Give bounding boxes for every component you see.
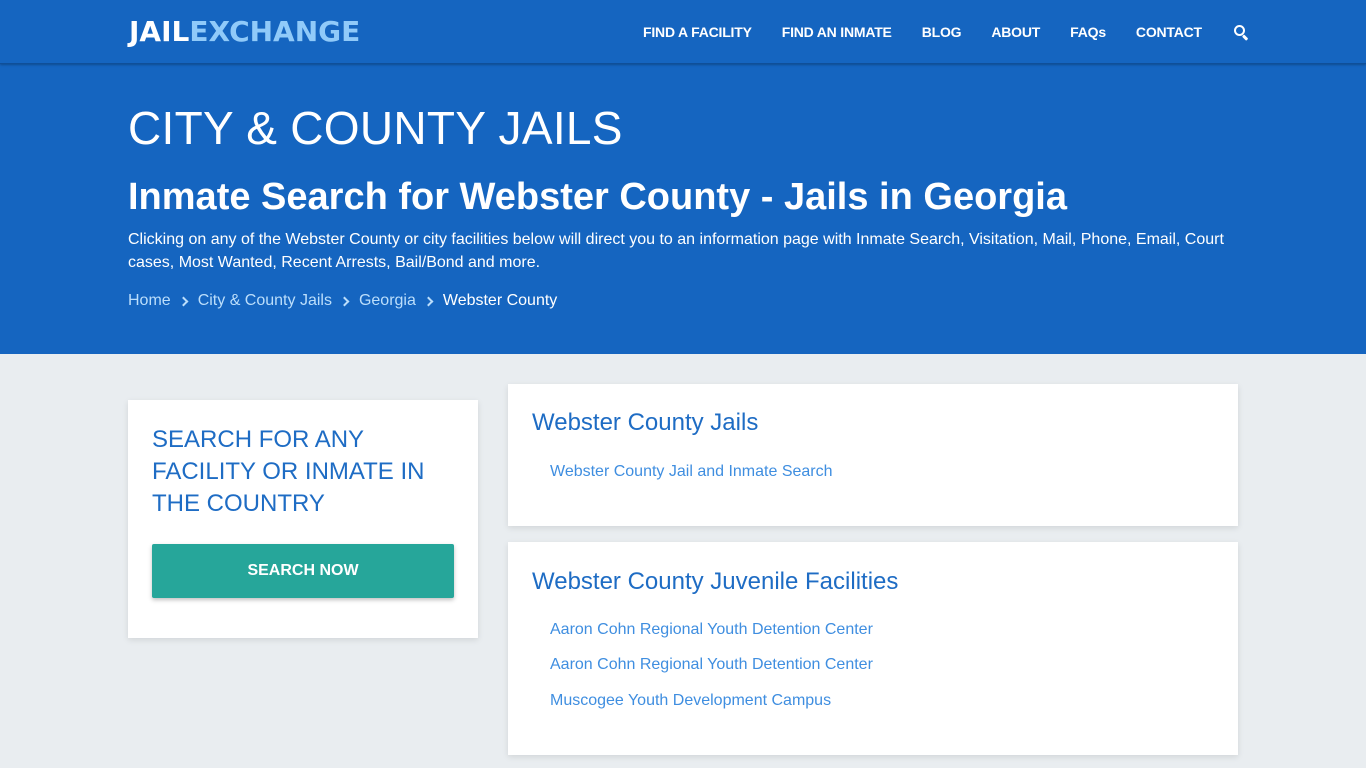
nav-about[interactable]: ABOUT (991, 24, 1040, 40)
facility-link[interactable]: Webster County Jail and Inmate Search (550, 461, 833, 483)
chevron-right-icon (178, 296, 189, 306)
search-promo-card: SEARCH FOR ANY FACILITY OR INMATE IN THE… (128, 400, 478, 638)
page-category-title: CITY & COUNTY JAILS (128, 102, 623, 154)
nav-find-a-facility[interactable]: FIND A FACILITY (643, 24, 752, 40)
nav-find-an-inmate[interactable]: FIND AN INMATE (782, 24, 892, 40)
nav-faqs[interactable]: FAQs (1070, 24, 1106, 40)
site-logo[interactable]: JAILEXCHANGE (129, 15, 360, 49)
page-title: Inmate Search for Webster County - Jails… (128, 176, 1067, 218)
juvenile-facilities-card: Webster County Juvenile Facilities Aaron… (508, 542, 1238, 755)
search-icon[interactable] (1233, 24, 1249, 41)
chevron-right-icon (423, 296, 434, 306)
logo-exchange: EXCHANGE (189, 15, 361, 48)
search-promo-heading: SEARCH FOR ANY FACILITY OR INMATE IN THE… (152, 426, 425, 517)
navbar: JAILEXCHANGE FIND A FACILITY FIND AN INM… (0, 0, 1366, 64)
facility-link[interactable]: Muscogee Youth Development Campus (550, 690, 831, 712)
breadcrumb-home[interactable]: Home (128, 290, 171, 312)
logo-jail: JAIL (129, 15, 190, 48)
main-nav: FIND A FACILITY FIND AN INMATE BLOG ABOU… (643, 0, 1249, 64)
search-icon-handle (1241, 34, 1249, 41)
nav-blog[interactable]: BLOG (922, 24, 962, 40)
hero-banner: CITY & COUNTY JAILS Inmate Search for We… (0, 64, 1366, 354)
breadcrumb-current: Webster County (442, 292, 558, 309)
county-jails-card: Webster County Jails Webster County Jail… (508, 384, 1238, 526)
section-heading: Webster County Jails (532, 409, 759, 436)
breadcrumb-city-county-jails[interactable]: City & County Jails (198, 290, 332, 312)
breadcrumb: Home City & County Jails Georgia Webster… (128, 290, 557, 312)
search-now-button[interactable]: SEARCH NOW (152, 544, 454, 598)
nav-contact[interactable]: CONTACT (1136, 24, 1202, 40)
section-heading: Webster County Juvenile Facilities (532, 568, 899, 595)
facility-link[interactable]: Aaron Cohn Regional Youth Detention Cent… (550, 619, 873, 641)
facility-link[interactable]: Aaron Cohn Regional Youth Detention Cent… (550, 654, 873, 676)
page-description: Clicking on any of the Webster County or… (128, 231, 1224, 271)
breadcrumb-georgia[interactable]: Georgia (359, 290, 416, 312)
chevron-right-icon (339, 296, 350, 306)
